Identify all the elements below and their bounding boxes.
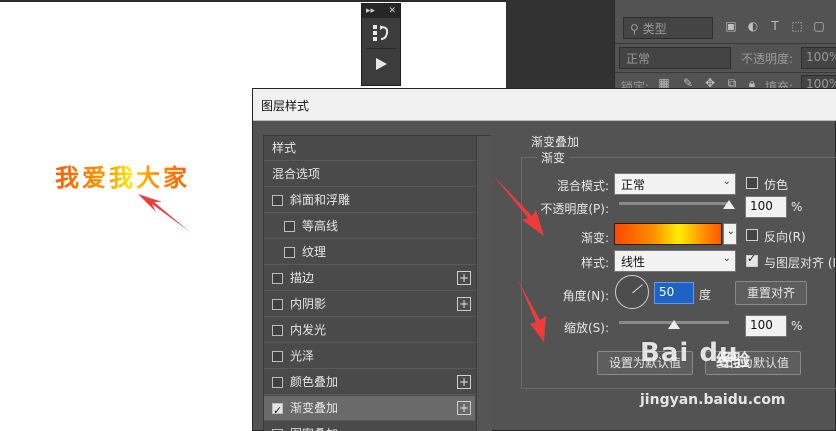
- opacity-slider-track[interactable]: [619, 202, 729, 205]
- opacity-slider-thumb[interactable]: [723, 200, 735, 209]
- style-item[interactable]: 等高线: [264, 214, 475, 239]
- group-label: 渐变: [537, 149, 570, 166]
- opacity-unit: %: [791, 200, 803, 214]
- add-effect-icon[interactable]: +: [457, 297, 471, 311]
- layer-blend-mode-select[interactable]: 正常: [619, 47, 731, 69]
- floating-panel-header: ▸▸ ✕: [362, 4, 400, 18]
- layers-filter-row: ⚲ 类型 ▣ ◐ T ⬚ ▢: [619, 17, 833, 41]
- align-with-layer-checkbox[interactable]: [746, 252, 758, 267]
- add-effect-icon[interactable]: +: [457, 375, 471, 389]
- blend-mode-select[interactable]: 正常 ⌄: [614, 173, 736, 195]
- baidu-watermark: Bai du 经验 jingyan.baidu.com: [640, 338, 820, 418]
- angle-unit: 度: [699, 288, 712, 302]
- style-item[interactable]: 颜色叠加 +: [264, 370, 475, 395]
- style-item-label: 纹理: [302, 245, 327, 259]
- dither-label: 仿色: [764, 178, 789, 192]
- add-effect-icon[interactable]: +: [457, 401, 471, 415]
- style-checkbox[interactable]: [272, 325, 283, 336]
- style-checkbox[interactable]: [272, 273, 283, 284]
- angle-needle: [632, 284, 643, 294]
- gradient-picker-dropdown[interactable]: ⌄: [723, 223, 737, 245]
- dialog-titlebar[interactable]: 图层样式: [253, 89, 836, 121]
- scale-input[interactable]: 100: [745, 315, 787, 337]
- watermark-sub: 经验: [716, 351, 750, 371]
- style-checkbox[interactable]: [272, 299, 283, 310]
- style-item[interactable]: 内阴影 +: [264, 292, 475, 317]
- style-item[interactable]: 斜面和浮雕: [264, 188, 475, 213]
- style-item[interactable]: 样式: [264, 136, 475, 161]
- style-checkbox[interactable]: [272, 377, 283, 388]
- scale-slider-thumb[interactable]: [668, 320, 680, 329]
- play-icon: [376, 58, 387, 70]
- style-item[interactable]: 描边 +: [264, 266, 475, 291]
- shape-filter-icon[interactable]: ⬚: [789, 19, 805, 37]
- canvas-top-border: [0, 0, 506, 2]
- scale-unit: %: [791, 319, 803, 333]
- style-item-label: 混合选项: [272, 167, 321, 181]
- style-item-label: 等高线: [302, 219, 339, 233]
- play-action-button[interactable]: [362, 49, 400, 79]
- style-item[interactable]: 纹理: [264, 240, 475, 265]
- angle-dial[interactable]: [615, 275, 649, 309]
- style-item-label: 图案叠加: [290, 422, 338, 431]
- opacity-input[interactable]: 100: [745, 196, 787, 218]
- style-item[interactable]: 光泽: [264, 344, 475, 369]
- style-item-label: 内发光: [290, 323, 327, 337]
- style-item-label: 样式: [272, 141, 297, 155]
- gradient-swatch[interactable]: [614, 223, 722, 245]
- style-item-label: 斜面和浮雕: [290, 193, 351, 207]
- panel-divider: [615, 72, 836, 73]
- style-item[interactable]: 内发光: [264, 318, 475, 343]
- close-icon[interactable]: ✕: [388, 6, 396, 16]
- watermark-url: jingyan.baidu.com: [640, 392, 786, 408]
- chevron-down-icon: ⌄: [722, 176, 731, 187]
- style-checkbox[interactable]: [272, 351, 283, 362]
- style-item-label: 光泽: [290, 349, 315, 363]
- history-action-icon[interactable]: [362, 18, 400, 48]
- style-checkbox[interactable]: [272, 399, 283, 423]
- reset-alignment-button[interactable]: 重置对齐: [735, 281, 807, 305]
- collapse-icon[interactable]: ▸▸: [366, 6, 375, 16]
- style-item-label: 内阴影: [290, 297, 327, 311]
- style-label: 样式:: [580, 256, 609, 270]
- style-item[interactable]: 图案叠加: [264, 422, 475, 431]
- filter-type-label: 类型: [642, 22, 667, 36]
- style-item-label: 渐变叠加: [290, 401, 339, 415]
- style-item[interactable]: 渐变叠加 +: [264, 396, 475, 423]
- blend-mode-value: 正常: [621, 178, 646, 192]
- chevron-down-icon: ⌄: [722, 253, 731, 264]
- search-icon: ⚲: [630, 22, 643, 36]
- annotation-arrow-icon: [518, 280, 546, 342]
- image-filter-icon[interactable]: ▣: [723, 19, 739, 37]
- style-item-label: 描边: [290, 271, 315, 285]
- gradient-style-select[interactable]: 线性 ⌄: [614, 250, 736, 272]
- style-item-label: 颜色叠加: [290, 375, 339, 389]
- smart-object-filter-icon[interactable]: ▢: [811, 19, 827, 37]
- dialog-title: 图层样式: [261, 99, 310, 113]
- chevron-down-icon: ⌄: [726, 226, 735, 237]
- style-item[interactable]: 混合选项: [264, 162, 475, 187]
- reverse-label: 反向(R): [764, 230, 806, 244]
- layer-opacity-label: 不透明度:: [741, 52, 794, 66]
- annotation-arrow-icon: [138, 194, 190, 232]
- gradient-style-value: 线性: [621, 255, 646, 269]
- dither-checkbox[interactable]: [746, 177, 758, 189]
- style-checkbox[interactable]: [284, 221, 295, 232]
- layer-opacity-input[interactable]: 100%: [801, 47, 836, 69]
- align-with-layer-label: 与图层对齐 (I): [764, 256, 836, 270]
- text-filter-icon[interactable]: T: [767, 19, 783, 37]
- panel-divider: [615, 43, 836, 44]
- floating-tool-panel: ▸▸ ✕: [361, 3, 401, 86]
- reverse-checkbox[interactable]: [746, 229, 758, 241]
- history-icon: [373, 25, 389, 41]
- style-list: 样式混合选项斜面和浮雕等高线纹理描边 + 内阴影 + 内发光光泽颜色叠加 + 渐变叠加 + 图案…: [263, 135, 492, 431]
- angle-input[interactable]: 50: [654, 282, 694, 304]
- section-title: 渐变叠加: [531, 135, 580, 149]
- adjustment-filter-icon[interactable]: ◐: [745, 19, 761, 37]
- add-effect-icon[interactable]: +: [457, 271, 471, 285]
- annotation-arrow-icon: [492, 174, 544, 236]
- layer-filter-select[interactable]: ⚲ 类型: [623, 17, 713, 39]
- style-checkbox[interactable]: [272, 195, 283, 206]
- style-checkbox[interactable]: [284, 247, 295, 258]
